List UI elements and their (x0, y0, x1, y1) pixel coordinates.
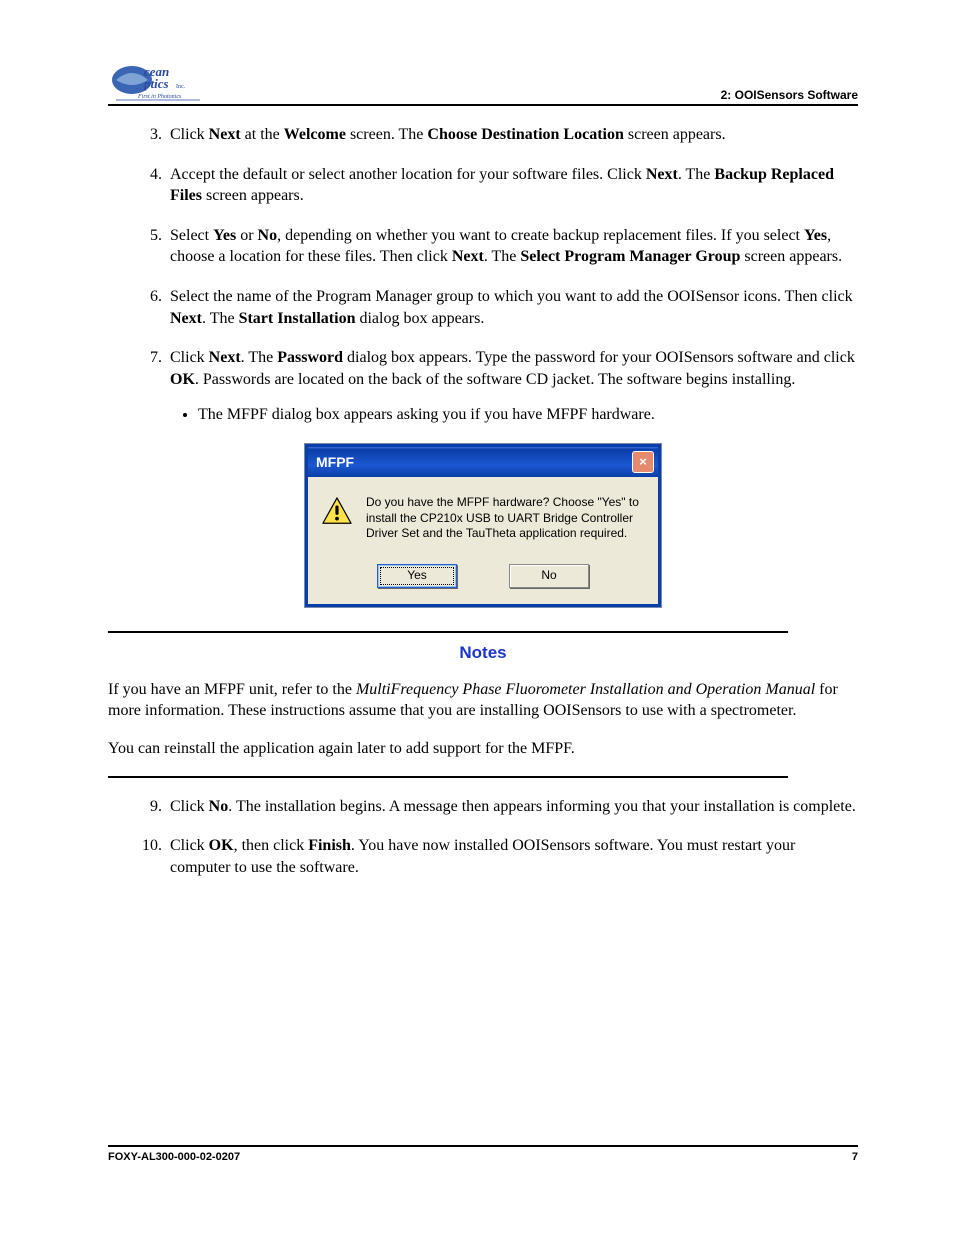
dialog-message: Do you have the MFPF hardware? Choose "Y… (366, 495, 644, 542)
step-9: Click No. The installation begins. A mes… (166, 796, 858, 818)
dialog-body: Do you have the MFPF hardware? Choose "Y… (308, 477, 658, 604)
instruction-list: Click Next at the Welcome screen. The Ch… (108, 124, 858, 426)
no-button[interactable]: No (509, 564, 589, 588)
step-4: Accept the default or select another loc… (166, 164, 858, 207)
dialog-title: MFPF (316, 454, 354, 470)
svg-text:Inc.: Inc. (176, 84, 186, 90)
close-icon[interactable]: × (632, 451, 654, 473)
step-7: Click Next. The Password dialog box appe… (166, 347, 858, 426)
notes-body: If you have an MFPF unit, refer to the M… (108, 679, 858, 760)
svg-text:First in Photonics: First in Photonics (137, 94, 182, 100)
footer-doc-id: FOXY-AL300-000-02-0207 (108, 1151, 240, 1163)
document-page: cean ptics Inc. First in Photonics 2: OO… (0, 0, 954, 1235)
step-5: Select Yes or No, depending on whether y… (166, 225, 858, 268)
section-label: 2: OOISensors Software (721, 88, 858, 102)
page-footer: FOXY-AL300-000-02-0207 7 (108, 1145, 858, 1163)
yes-button[interactable]: Yes (377, 564, 457, 588)
footer-page-number: 7 (852, 1151, 858, 1163)
step-3: Click Next at the Welcome screen. The Ch… (166, 124, 858, 146)
divider (108, 631, 788, 633)
step-6: Select the name of the Program Manager g… (166, 286, 858, 329)
dialog-screenshot: MFPF × Do you have the MFPF hardware? Ch… (108, 444, 858, 607)
dialog-titlebar: MFPF × (308, 447, 658, 477)
mfpf-dialog: MFPF × Do you have the MFPF hardware? Ch… (305, 444, 661, 607)
step-7-sublist: The MFPF dialog box appears asking you i… (198, 404, 858, 426)
svg-text:ptics: ptics (143, 76, 169, 91)
divider (108, 776, 788, 778)
notes-paragraph-1: If you have an MFPF unit, refer to the M… (108, 679, 858, 722)
warning-icon (322, 497, 352, 525)
notes-heading: Notes (108, 643, 858, 663)
notes-paragraph-2: You can reinstall the application again … (108, 738, 858, 760)
dialog-buttons: Yes No (322, 564, 644, 588)
ocean-optics-logo: cean ptics Inc. First in Photonics (108, 60, 208, 102)
step-10: Click OK, then click Finish. You have no… (166, 835, 858, 878)
page-header: cean ptics Inc. First in Photonics 2: OO… (108, 60, 858, 106)
step-7-bullet: The MFPF dialog box appears asking you i… (198, 404, 858, 426)
notes-section: Notes If you have an MFPF unit, refer to… (108, 631, 858, 778)
instruction-list-continued: Click No. The installation begins. A mes… (108, 796, 858, 879)
